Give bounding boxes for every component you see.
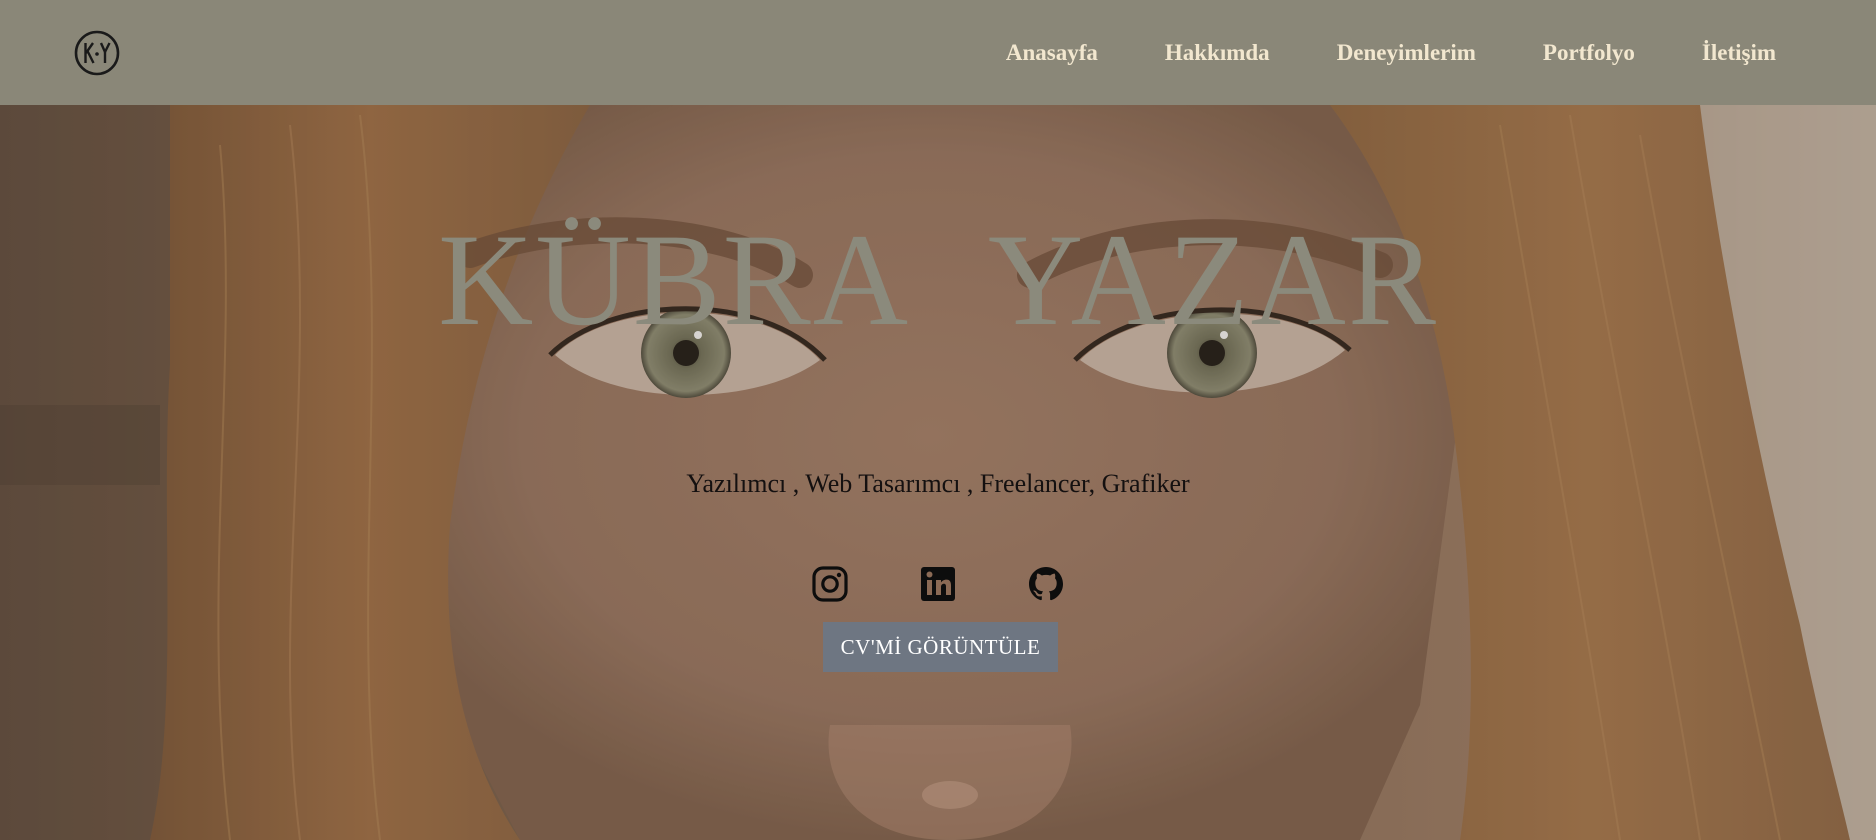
hero-title: KÜBRA YAZAR (438, 206, 1438, 353)
logo[interactable] (74, 30, 120, 76)
instagram-icon (812, 566, 848, 602)
page: Anasayfa Hakkımda Deneyimlerim Portfolyo… (0, 0, 1876, 840)
nav-link-hakkimda[interactable]: Hakkımda (1165, 40, 1270, 66)
main-nav: Anasayfa Hakkımda Deneyimlerim Portfolyo… (939, 0, 1776, 105)
nav-link-iletisim[interactable]: İletişim (1702, 40, 1776, 66)
nav-link-anasayfa[interactable]: Anasayfa (1006, 40, 1098, 66)
site-header: Anasayfa Hakkımda Deneyimlerim Portfolyo… (0, 0, 1876, 105)
linkedin-link[interactable] (919, 565, 957, 603)
social-links (0, 565, 1876, 603)
linkedin-icon (921, 567, 955, 601)
hero-section: KÜBRA YAZAR Yazılımcı , Web Tasarımcı , … (0, 105, 1876, 840)
logo-mark (74, 30, 120, 76)
nav-link-portfolyo[interactable]: Portfolyo (1543, 40, 1635, 66)
hero-subtitle: Yazılımcı , Web Tasarımcı , Freelancer, … (686, 469, 1190, 498)
hero-content: KÜBRA YAZAR Yazılımcı , Web Tasarımcı , … (0, 105, 1876, 840)
github-icon (1029, 567, 1063, 601)
github-link[interactable] (1027, 565, 1065, 603)
view-cv-button[interactable]: CV'Mİ GÖRÜNTÜLE (823, 622, 1058, 672)
instagram-link[interactable] (811, 565, 849, 603)
nav-link-deneyimlerim[interactable]: Deneyimlerim (1337, 40, 1476, 66)
